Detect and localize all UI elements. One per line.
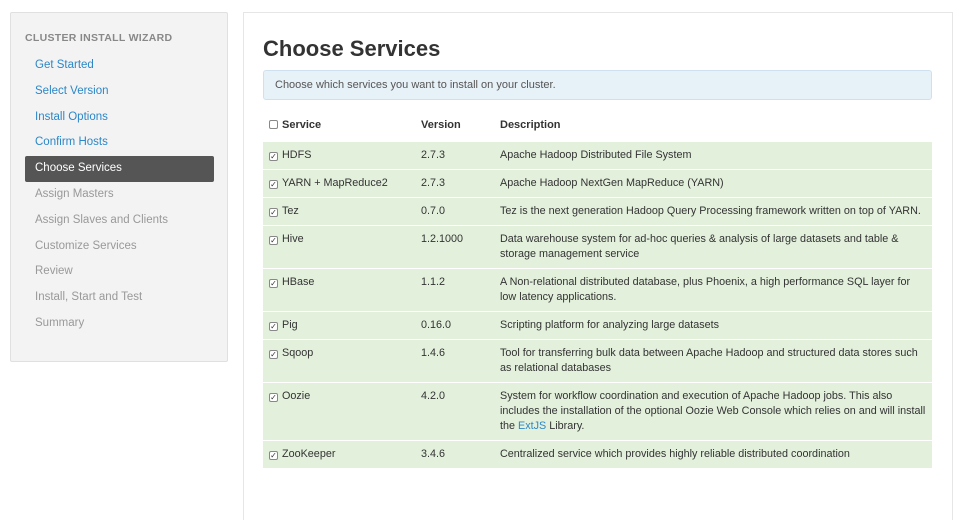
service-checkbox[interactable]: ✓	[269, 392, 278, 402]
step-select-version[interactable]: Select Version	[25, 79, 214, 105]
wizard-sidebar: CLUSTER INSTALL WIZARD Get Started Selec…	[10, 12, 228, 362]
service-name: Hive	[282, 232, 304, 245]
table-row: ✓ Pig 0.16.0 Scripting platform for analyzi…	[263, 310, 932, 339]
info-alert: Choose which services you want to instal…	[263, 70, 932, 100]
service-description: Scripting platform for analyzing large d…	[494, 310, 932, 339]
service-version: 1.2.1000	[415, 224, 494, 268]
service-cell: ✓ Oozie	[263, 381, 415, 440]
service-checkbox[interactable]: ✓	[269, 207, 278, 217]
service-version: 1.1.2	[415, 267, 494, 311]
service-version: 1.4.6	[415, 338, 494, 382]
service-version: 2.7.3	[415, 140, 494, 169]
service-checkbox[interactable]: ✓	[269, 349, 278, 359]
step-choose-services[interactable]: Choose Services	[25, 156, 214, 182]
services-table-body: ✓ HDFS 2.7.3 Apache Hadoop Distributed File…	[263, 140, 932, 468]
wizard-steps: Get Started Select Version Install Optio…	[25, 53, 214, 337]
service-cell: ✓ Pig	[263, 310, 415, 339]
service-description: System for workflow coordination and exe…	[494, 381, 932, 440]
service-checkbox[interactable]: ✓	[269, 235, 278, 245]
service-cell: ✓ YARN + MapReduce2	[263, 168, 415, 197]
service-cell: ✓ ZooKeeper	[263, 439, 415, 468]
service-name: HDFS	[282, 148, 312, 161]
service-description: Centralized service which provides highl…	[494, 439, 932, 468]
service-column-header: Service	[263, 110, 415, 141]
service-description: Apache Hadoop NextGen MapReduce (YARN)	[494, 168, 932, 197]
service-version: 3.4.6	[415, 439, 494, 468]
service-name: Pig	[282, 318, 298, 331]
service-name: ZooKeeper	[282, 447, 336, 460]
service-version: 0.7.0	[415, 196, 494, 225]
service-version: 0.16.0	[415, 310, 494, 339]
step-assign-masters: Assign Masters	[35, 187, 114, 200]
service-checkbox[interactable]: ✓	[269, 278, 278, 288]
service-description: A Non-relational distributed database, p…	[494, 267, 932, 311]
table-row: ✓ HDFS 2.7.3 Apache Hadoop Distributed File…	[263, 140, 932, 169]
table-row: ✓ ZooKeeper 3.4.6 Centralized service which…	[263, 439, 932, 468]
service-header-label: Service	[282, 119, 322, 132]
service-description: Tez is the next generation Hadoop Query …	[494, 196, 932, 225]
step-customize-services: Customize Services	[35, 239, 137, 252]
service-checkbox[interactable]: ✓	[269, 179, 278, 189]
step-install-start-test: Install, Start and Test	[35, 291, 143, 304]
service-name: Oozie	[282, 389, 311, 402]
service-version: 4.2.0	[415, 381, 494, 440]
service-cell: ✓ Hive	[263, 224, 415, 268]
description-column-header: Description	[500, 119, 561, 132]
step-assign-slaves-clients: Assign Slaves and Clients	[35, 213, 168, 226]
service-cell: ✓ HBase	[263, 267, 415, 311]
table-row: ✓ YARN + MapReduce2 2.7.3 Apache Hadoop Nex…	[263, 168, 932, 197]
table-row: ✓ Hive 1.2.1000 Data warehouse system for a…	[263, 224, 932, 268]
service-description: Data warehouse system for ad-hoc queries…	[494, 224, 932, 268]
service-name: Sqoop	[282, 346, 314, 359]
service-cell: ✓ Sqoop	[263, 338, 415, 382]
select-all-checkbox[interactable]	[269, 120, 278, 130]
step-install-options[interactable]: Install Options	[25, 105, 214, 131]
service-name: Tez	[282, 204, 299, 217]
service-checkbox[interactable]: ✓	[269, 321, 278, 331]
description-text: Library.	[546, 419, 585, 432]
services-table: Service Version Description ✓ HDFS 2.7.3 Ap…	[263, 110, 932, 468]
service-cell: ✓ Tez	[263, 196, 415, 225]
version-column-header: Version	[421, 119, 461, 132]
step-confirm-hosts[interactable]: Confirm Hosts	[25, 130, 214, 156]
step-get-started[interactable]: Get Started	[25, 53, 214, 79]
service-name: HBase	[282, 275, 315, 288]
page-title: Choose Services	[263, 36, 441, 61]
extjs-link[interactable]: ExtJS	[518, 420, 546, 432]
service-description: Apache Hadoop Distributed File System	[494, 140, 932, 169]
service-version: 2.7.3	[415, 168, 494, 197]
table-row: ✓ HBase 1.1.2 A Non-relational distributed …	[263, 267, 932, 311]
sidebar-title: CLUSTER INSTALL WIZARD	[25, 32, 173, 44]
service-checkbox[interactable]: ✓	[269, 450, 278, 460]
service-description: Tool for transferring bulk data between …	[494, 338, 932, 382]
table-row: ✓ Sqoop 1.4.6 Tool for transferring bulk da…	[263, 338, 932, 382]
main-panel: Choose Services Choose which services yo…	[243, 12, 953, 520]
table-row: ✓ Oozie 4.2.0 System for workflow coordinat…	[263, 381, 932, 440]
step-summary: Summary	[35, 316, 85, 329]
table-header: Service Version Description	[263, 110, 932, 141]
step-review: Review	[35, 265, 73, 278]
service-cell: ✓ HDFS	[263, 140, 415, 169]
service-checkbox[interactable]: ✓	[269, 151, 278, 161]
service-name: YARN + MapReduce2	[282, 176, 388, 189]
table-row: ✓ Tez 0.7.0 Tez is the next generation Hado…	[263, 196, 932, 225]
